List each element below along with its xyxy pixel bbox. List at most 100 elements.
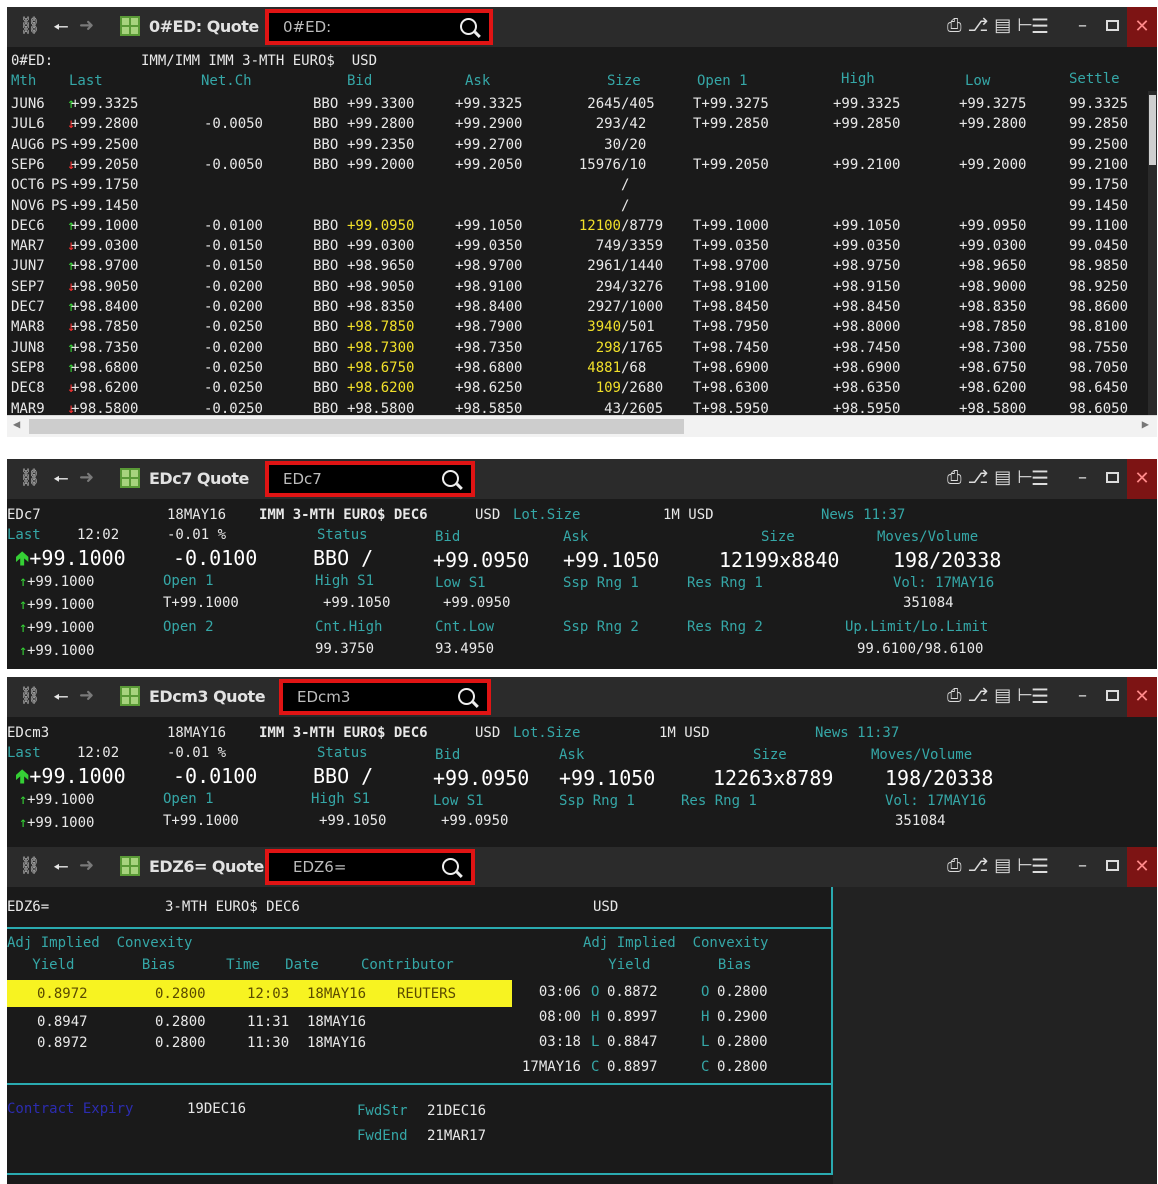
last-price: 🢁+99.1000 [15, 546, 126, 570]
search-box[interactable]: EDcm3 [279, 679, 491, 715]
link-icon[interactable]: ⛓ [19, 468, 41, 488]
cell-low: +99.2000 [959, 156, 1027, 173]
search-box[interactable]: EDc7 [265, 461, 475, 497]
open1-label: Open 1 [163, 791, 214, 807]
col-netch: Net.Ch [201, 73, 252, 89]
horizontal-scroll-thumb[interactable] [29, 419, 684, 434]
cell-date: 18MAY16 [307, 1014, 367, 1030]
search-icon[interactable] [460, 18, 477, 35]
cell-high: +98.9750 [833, 258, 901, 275]
cell-size-ask: /2680 [621, 380, 664, 397]
cell-low: +98.6750 [959, 359, 1027, 376]
minimize-icon[interactable]: – [1078, 15, 1087, 36]
minimize-icon[interactable]: – [1078, 467, 1087, 488]
maximize-icon[interactable] [1106, 860, 1119, 871]
menu-icon[interactable]: ☰ [1031, 14, 1049, 38]
cell-month: DEC8 [11, 380, 45, 397]
search-icon[interactable] [442, 470, 459, 487]
cell-net-change: -0.0100 [203, 217, 263, 234]
back-arrow-icon[interactable]: 🠔 [53, 15, 69, 45]
cell-bid-source: BBO [313, 217, 339, 234]
size-value: 12199x8840 [719, 548, 840, 572]
cell-size-bid: 3940 [587, 319, 621, 336]
col-high: High [841, 71, 875, 87]
search-box[interactable]: EDZ6= [265, 849, 475, 885]
cell-high: +98.9150 [833, 278, 901, 295]
forward-arrow-icon[interactable]: ➜ [79, 685, 94, 706]
toolbar-icons[interactable]: ⎙⎇▤⊢ [947, 467, 1039, 488]
cell-ask: +98.6250 [455, 380, 523, 397]
maximize-icon[interactable] [1106, 690, 1119, 701]
maximize-icon[interactable] [1106, 472, 1119, 483]
search-input[interactable]: EDc7 [283, 470, 322, 488]
high-value: +99.1050 [323, 595, 391, 611]
forward-arrow-icon[interactable]: ➜ [79, 467, 94, 488]
cell-last: +98.9700 [71, 258, 139, 275]
contract-low-label: Cnt.Low [435, 619, 495, 635]
title-bar: ⛓ 🠔 ➜ EDc7 Quote EDc7 ⎙⎇▤⊢ ☰ – ✕ [7, 459, 1157, 499]
price-source-flag: PS [51, 136, 68, 153]
forward-arrow-icon[interactable]: ➜ [79, 15, 94, 36]
cell-size-ask: /3359 [621, 238, 664, 255]
cell-size-bid: 15976 [578, 156, 621, 173]
maximize-icon[interactable] [1106, 20, 1119, 31]
search-input[interactable]: 0#ED: [283, 18, 331, 36]
window-title: EDc7 Quote [149, 469, 249, 488]
cell-ohlc-yield: 0.8872 [607, 984, 658, 1000]
menu-icon[interactable]: ☰ [1031, 684, 1049, 708]
cell-open: T+99.2050 [693, 156, 769, 173]
back-arrow-icon[interactable]: 🠔 [53, 855, 69, 885]
cell-bid-source: BBO [313, 258, 339, 275]
close-icon[interactable]: ✕ [1127, 459, 1157, 499]
search-input[interactable]: EDZ6= [293, 858, 346, 876]
toolbar-icons[interactable]: ⎙⎇▤⊢ [947, 685, 1039, 706]
vertical-scrollbar[interactable] [1148, 91, 1157, 416]
search-box[interactable]: 0#ED: [265, 9, 493, 45]
quote-window-edcm3: ⛓ 🠔 ➜ EDcm3 Quote EDcm3 ⎙⎇▤⊢ ☰ – ✕ EDcm3… [7, 677, 1157, 847]
window-title: EDcm3 Quote [149, 687, 266, 706]
link-icon[interactable]: ⛓ [19, 16, 41, 36]
last-price: 🢁+99.1000 [15, 764, 126, 788]
scroll-left-icon[interactable]: ◀ [13, 417, 20, 431]
cell-last: +98.6200 [71, 380, 139, 397]
cell-ohlc-kind: H [591, 1009, 600, 1025]
last-time: 12:02 [77, 527, 120, 543]
cell-size-ask: /501 [621, 319, 655, 336]
toolbar-icons[interactable]: ⎙⎇▤⊢ [947, 15, 1039, 36]
search-icon[interactable] [442, 858, 459, 875]
horizontal-scrollbar[interactable]: ◀ ▶ [7, 415, 1157, 437]
close-icon[interactable]: ✕ [1127, 7, 1157, 47]
scroll-right-icon[interactable]: ▶ [1142, 417, 1149, 431]
close-icon[interactable]: ✕ [1127, 677, 1157, 717]
title-bar: ⛓ 🠔 ➜ EDZ6= Quote EDZ6= ⎙⎇▤⊢ ☰ – ✕ [7, 847, 1157, 887]
cell-ohlc-yield: 0.8897 [607, 1059, 658, 1075]
link-icon[interactable]: ⛓ [19, 686, 41, 706]
close-icon[interactable]: ✕ [1127, 847, 1157, 887]
cell-settle: 98.9250 [1069, 278, 1129, 295]
back-arrow-icon[interactable]: 🠔 [53, 467, 69, 497]
search-icon[interactable] [458, 688, 475, 705]
app-grid-icon [120, 856, 140, 876]
menu-icon[interactable]: ☰ [1031, 466, 1049, 490]
minimize-icon[interactable]: – [1078, 855, 1087, 876]
toolbar-icons[interactable]: ⎙⎇▤⊢ [947, 855, 1039, 876]
cell-settle: 99.2850 [1069, 116, 1129, 133]
back-arrow-icon[interactable]: 🠔 [53, 685, 69, 715]
link-icon[interactable]: ⛓ [19, 856, 41, 876]
fwdend-label: FwdEnd [357, 1128, 408, 1144]
vertical-scroll-thumb[interactable] [1149, 95, 1156, 165]
forward-arrow-icon[interactable]: ➜ [79, 855, 94, 876]
col-size: Size [607, 73, 641, 89]
up-arrow-icon: 🢁 [15, 764, 30, 788]
volume-date-label: Vol: 17MAY16 [893, 575, 995, 591]
moves-volume-value: 198/20338 [893, 548, 1002, 572]
tick-history-value: +99.1000 [27, 574, 95, 590]
cell-settle: 99.1750 [1069, 177, 1129, 194]
cell-bid-source: BBO [313, 156, 339, 173]
menu-icon[interactable]: ☰ [1031, 854, 1049, 878]
cell-low: +98.8350 [959, 299, 1027, 315]
minimize-icon[interactable]: – [1078, 685, 1087, 706]
cell-ohlc-kind: C [591, 1059, 600, 1075]
search-input[interactable]: EDcm3 [297, 688, 350, 706]
cell-open: T+98.7950 [693, 319, 769, 336]
